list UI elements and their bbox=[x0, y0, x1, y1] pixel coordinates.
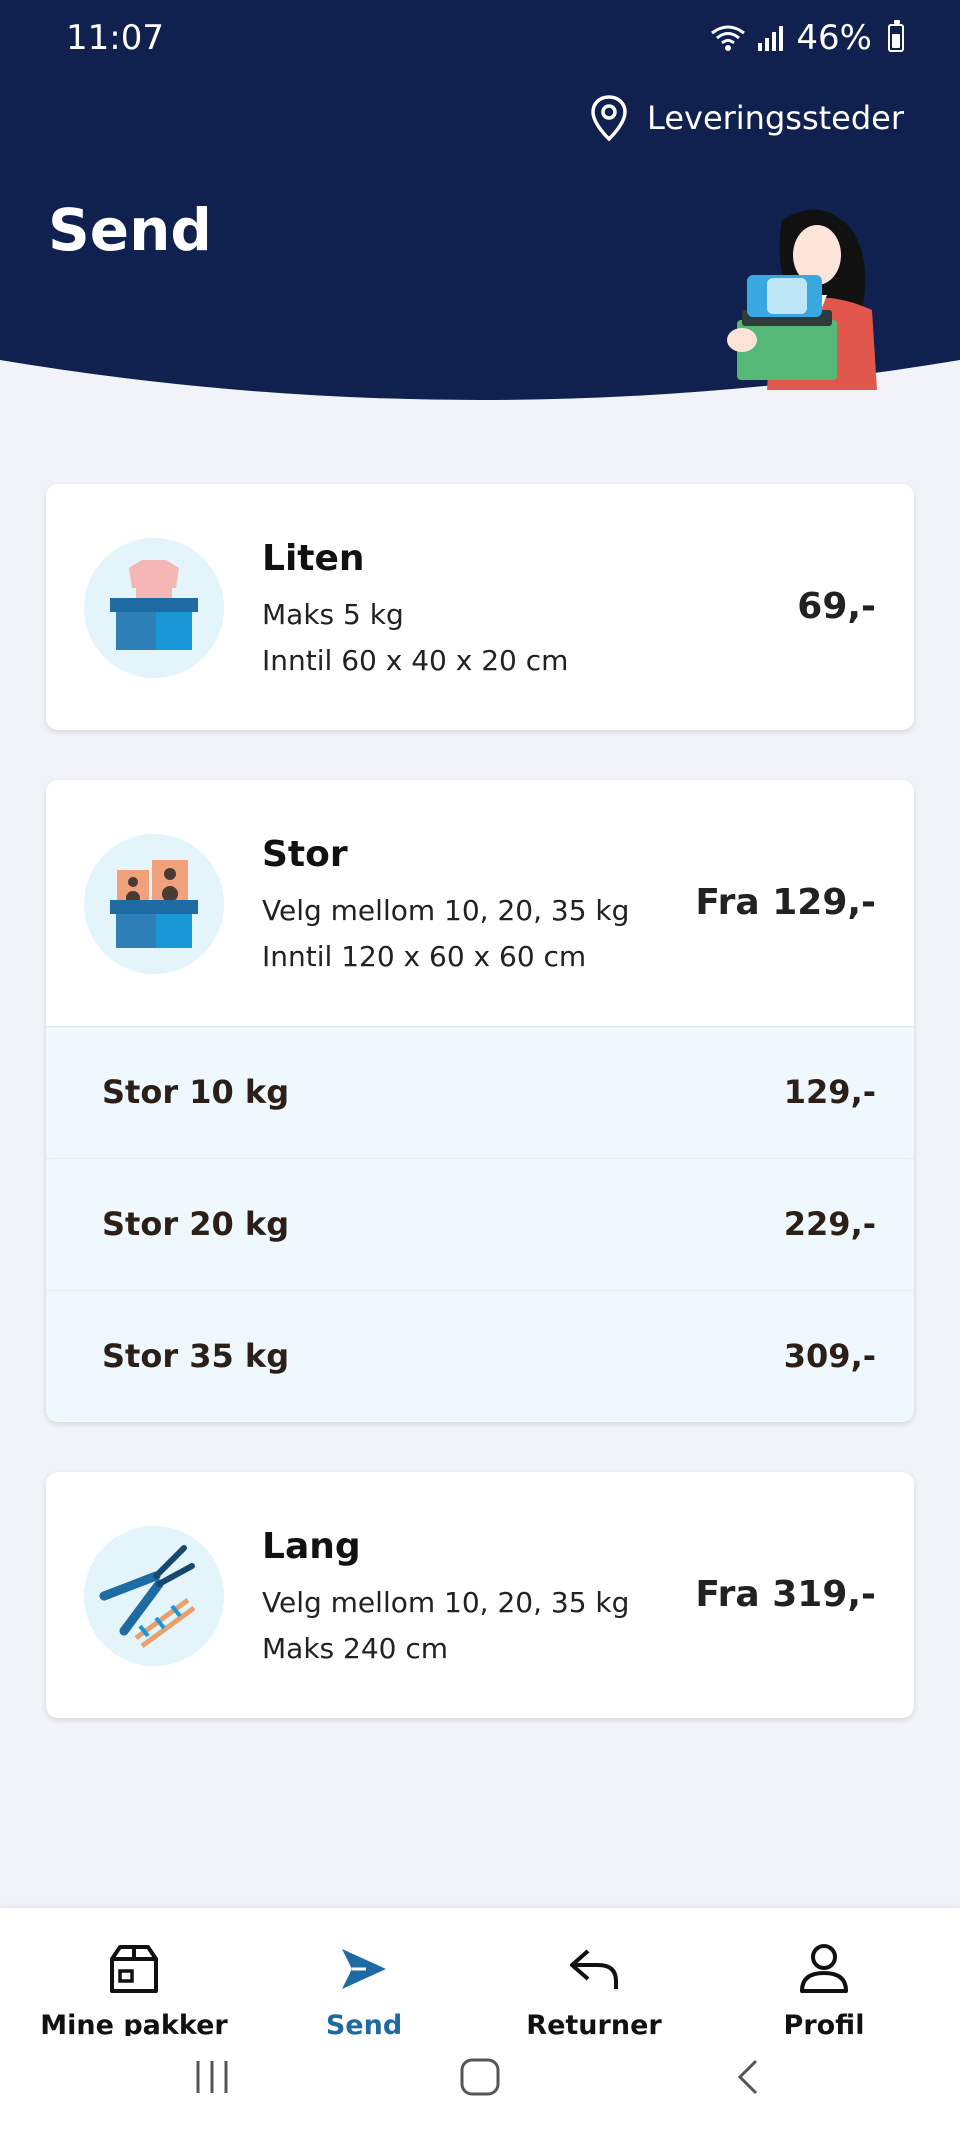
nav-label: Returner bbox=[526, 2010, 662, 2036]
product-dimensions: Inntil 60 x 40 x 20 cm bbox=[262, 644, 569, 677]
return-arrow-icon bbox=[570, 1949, 618, 1989]
size-option-row[interactable]: Stor 10 kg 129,- bbox=[46, 1026, 914, 1158]
nav-item-mine-pakker[interactable]: Mine pakker bbox=[14, 1938, 254, 2036]
delivery-locations-link[interactable]: Leveringssteder bbox=[589, 94, 904, 142]
status-icons: 46% bbox=[708, 18, 904, 58]
size-option-price: 309,- bbox=[783, 1337, 876, 1375]
recent-apps-icon[interactable] bbox=[192, 2057, 232, 2097]
size-option-row[interactable]: Stor 35 kg 309,- bbox=[46, 1290, 914, 1422]
header: 11:07 46% Leveringssteder Send bbox=[0, 0, 960, 410]
product-card-liten[interactable]: Liten Maks 5 kg Inntil 60 x 40 x 20 cm 6… bbox=[46, 484, 914, 730]
product-title: Liten bbox=[262, 538, 365, 579]
signal-icon bbox=[758, 26, 784, 51]
location-pin-icon bbox=[591, 95, 627, 142]
bottom-navigation: Mine pakker Send Returner Profil bbox=[0, 1908, 960, 2133]
wifi-icon bbox=[711, 25, 746, 51]
product-title: Lang bbox=[262, 1526, 361, 1567]
product-card-stor[interactable]: Stor Velg mellom 10, 20, 35 kg Inntil 12… bbox=[46, 780, 914, 1422]
product-card-main[interactable]: Stor Velg mellom 10, 20, 35 kg Inntil 12… bbox=[46, 780, 914, 1026]
size-option-row[interactable]: Stor 20 kg 229,- bbox=[46, 1158, 914, 1290]
package-icon bbox=[110, 1945, 158, 1993]
size-option-price: 129,- bbox=[783, 1073, 876, 1111]
delivery-locations-label: Leveringssteder bbox=[647, 99, 904, 137]
product-price: Fra 319,- bbox=[695, 1574, 876, 1615]
product-weight: Velg mellom 10, 20, 35 kg bbox=[262, 894, 630, 927]
product-card-lang[interactable]: Lang Velg mellom 10, 20, 35 kg Maks 240 … bbox=[46, 1472, 914, 1718]
profile-icon bbox=[800, 1944, 848, 1993]
page-title: Send bbox=[48, 196, 212, 264]
product-price: Fra 129,- bbox=[695, 882, 876, 923]
woman-with-packages-illustration bbox=[727, 209, 877, 390]
box-with-shirt-icon bbox=[84, 538, 224, 678]
product-dimensions: Maks 240 cm bbox=[262, 1632, 449, 1665]
nav-item-send[interactable]: Send bbox=[244, 1938, 484, 2036]
home-icon[interactable] bbox=[458, 2057, 502, 2097]
battery-icon bbox=[888, 20, 904, 52]
system-navigation-bar bbox=[0, 2043, 960, 2123]
nav-label: Mine pakker bbox=[40, 2010, 228, 2036]
product-price: 69,- bbox=[797, 586, 876, 627]
size-option-label: Stor 35 kg bbox=[102, 1337, 290, 1375]
nav-label: Profil bbox=[783, 2010, 865, 2036]
product-dimensions: Inntil 120 x 60 x 60 cm bbox=[262, 940, 587, 973]
product-weight: Velg mellom 10, 20, 35 kg bbox=[262, 1586, 630, 1619]
product-card-main[interactable]: Lang Velg mellom 10, 20, 35 kg Maks 240 … bbox=[46, 1472, 914, 1718]
box-with-speakers-icon bbox=[84, 834, 224, 974]
size-option-label: Stor 20 kg bbox=[102, 1205, 290, 1243]
product-title: Stor bbox=[262, 834, 348, 875]
nav-item-returner[interactable]: Returner bbox=[474, 1938, 714, 2036]
battery-percentage: 46% bbox=[796, 18, 872, 58]
status-time: 11:07 bbox=[66, 18, 164, 58]
nav-item-profil[interactable]: Profil bbox=[704, 1938, 944, 2036]
garden-shears-and-ski-icon bbox=[84, 1526, 224, 1666]
size-option-price: 229,- bbox=[783, 1205, 876, 1243]
send-icon bbox=[342, 1949, 386, 1989]
product-card-main[interactable]: Liten Maks 5 kg Inntil 60 x 40 x 20 cm 6… bbox=[46, 484, 914, 730]
size-option-label: Stor 10 kg bbox=[102, 1073, 290, 1111]
nav-label: Send bbox=[325, 2010, 403, 2036]
back-icon[interactable] bbox=[732, 2057, 762, 2097]
product-weight: Maks 5 kg bbox=[262, 598, 404, 631]
